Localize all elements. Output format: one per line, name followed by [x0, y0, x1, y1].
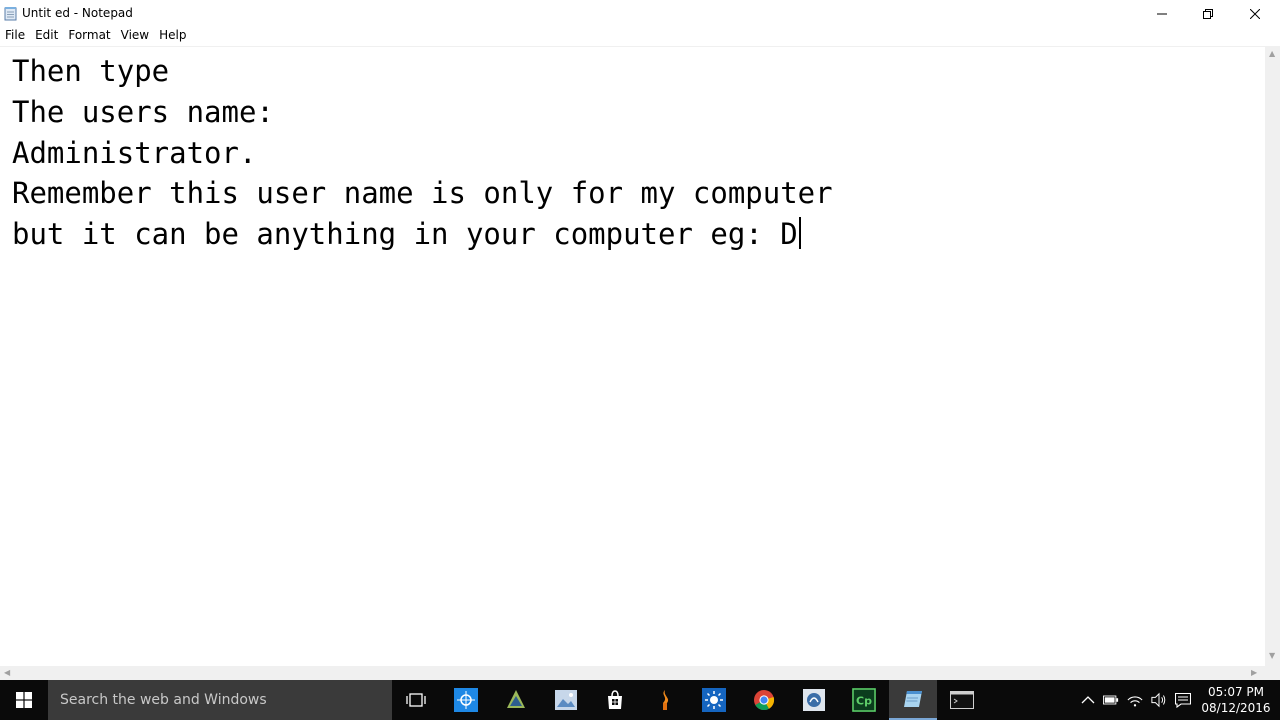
- taskbar-app-vpn[interactable]: [442, 680, 490, 720]
- menu-file[interactable]: File: [0, 27, 30, 46]
- battery-icon: [1103, 695, 1119, 705]
- torch-app-icon: [663, 690, 669, 710]
- volume-button[interactable]: [1151, 692, 1167, 708]
- taskbar-app-bird[interactable]: [492, 680, 540, 720]
- title-bar[interactable]: Untit ed - Notepad: [0, 0, 1280, 27]
- horizontal-scrollbar[interactable]: ◀ ▶: [0, 666, 1265, 680]
- sun-app-icon: [702, 688, 726, 712]
- chrome-icon: [754, 690, 775, 711]
- clock-date: 08/12/2016: [1201, 701, 1271, 715]
- menu-help[interactable]: Help: [154, 27, 191, 46]
- notification-icon: [1175, 692, 1191, 708]
- captivate-icon: Cp: [852, 688, 876, 712]
- wifi-icon: [1127, 696, 1143, 707]
- task-view-icon: [406, 693, 426, 707]
- menu-view[interactable]: View: [116, 27, 154, 46]
- network-button[interactable]: [1127, 692, 1143, 708]
- sticky-bird-icon: [507, 690, 525, 708]
- vpn-app-icon: [454, 688, 478, 712]
- editor-line: Remember this user name is only for my c…: [12, 176, 833, 211]
- editor-content[interactable]: Then type The users name: Administrator. Re…: [12, 51, 833, 255]
- show-hidden-icons[interactable]: [1080, 692, 1096, 708]
- editor-line-last: but it can be anything in your computer …: [12, 214, 833, 255]
- terminal-icon: [950, 691, 974, 709]
- wifi-tool-icon: [803, 689, 825, 711]
- minimize-button[interactable]: [1139, 0, 1185, 27]
- windows-logo-icon: [16, 692, 32, 708]
- search-placeholder: Search the web and Windows: [60, 692, 267, 708]
- battery-button[interactable]: [1103, 692, 1119, 708]
- editor-line: Then type: [12, 54, 170, 88]
- restore-icon: [1203, 8, 1213, 19]
- editor-line: but it can be anything in your computer …: [12, 217, 798, 252]
- task-view-button[interactable]: [392, 680, 440, 720]
- taskbar-app-torch[interactable]: [641, 680, 689, 720]
- notepad-window: Untit ed - Notepad File Edit Format View…: [0, 0, 1280, 680]
- taskbar: Search the web and Windows Cp 05:07 PM 0…: [0, 680, 1280, 720]
- taskbar-app-chrome[interactable]: [740, 680, 788, 720]
- vertical-scrollbar[interactable]: ▲ ▼: [1265, 46, 1280, 666]
- text-caret: [798, 217, 801, 250]
- store-icon: [608, 690, 622, 709]
- taskbar-app-store[interactable]: [591, 680, 639, 720]
- search-box[interactable]: Search the web and Windows: [48, 680, 392, 720]
- minimize-icon: [1157, 13, 1167, 14]
- menu-format[interactable]: Format: [63, 27, 115, 46]
- menu-edit[interactable]: Edit: [30, 27, 63, 46]
- close-button[interactable]: [1232, 0, 1278, 27]
- scroll-down-icon[interactable]: ▼: [1269, 652, 1275, 660]
- taskbar-app-sun[interactable]: [690, 680, 738, 720]
- scroll-right-icon[interactable]: ▶: [1251, 669, 1257, 677]
- scrollbar-corner: [1265, 666, 1280, 680]
- editor-line: Administrator.: [12, 135, 257, 170]
- scroll-up-icon[interactable]: ▲: [1269, 50, 1275, 58]
- notepad-icon: [904, 691, 922, 707]
- svg-text:Cp: Cp: [856, 695, 872, 708]
- chevron-up-icon: [1081, 696, 1095, 704]
- action-center-button[interactable]: [1175, 692, 1191, 708]
- scroll-left-icon[interactable]: ◀: [4, 669, 10, 677]
- taskbar-app-photos[interactable]: [542, 680, 590, 720]
- menu-bar: File Edit Format View Help: [0, 27, 1280, 46]
- window-title: Untit ed - Notepad: [22, 6, 133, 20]
- close-icon: [1250, 8, 1260, 19]
- editor-line: The users name:: [12, 94, 274, 129]
- text-editor[interactable]: Then type The users name: Administrator. Re…: [0, 46, 1265, 666]
- system-clock[interactable]: 05:07 PM 08/12/2016: [1200, 684, 1272, 716]
- taskbar-app-wifi-tool[interactable]: [790, 680, 838, 720]
- photos-icon: [555, 690, 577, 710]
- speaker-icon: [1151, 692, 1166, 708]
- clock-time: 05:07 PM: [1208, 685, 1264, 699]
- taskbar-app-captivate[interactable]: Cp: [840, 680, 888, 720]
- start-button[interactable]: [0, 680, 48, 720]
- taskbar-app-terminal[interactable]: [938, 680, 986, 720]
- restore-button[interactable]: [1185, 0, 1231, 27]
- notepad-app-icon: [4, 6, 18, 21]
- taskbar-app-notepad[interactable]: [889, 680, 937, 720]
